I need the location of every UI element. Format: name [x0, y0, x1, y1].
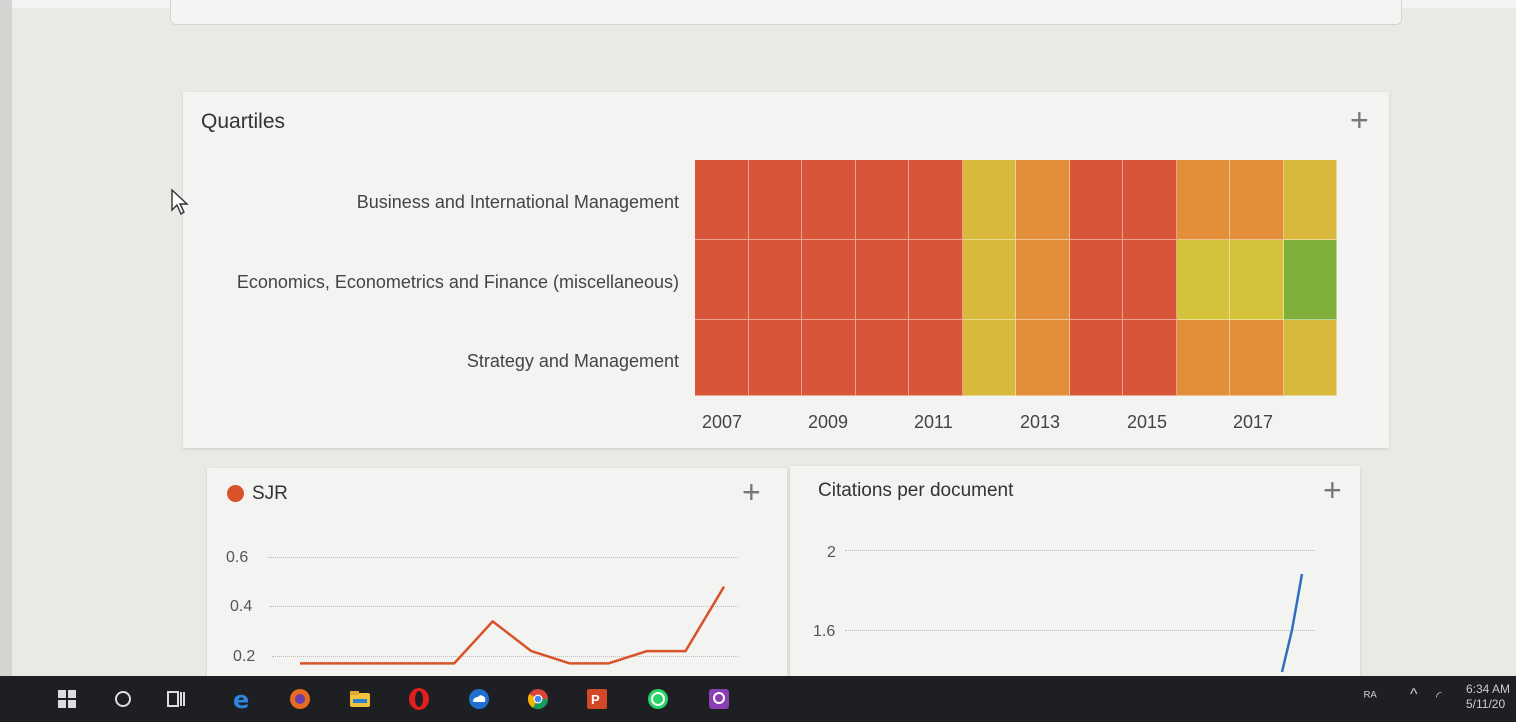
- quartile-cell[interactable]: [1230, 320, 1284, 396]
- people-icon[interactable]: ᴿᴬ: [1364, 688, 1377, 704]
- quartile-cell[interactable]: [1176, 240, 1230, 320]
- citations-gridline: [845, 630, 1315, 631]
- quartile-cell[interactable]: [1283, 240, 1337, 320]
- windows-taskbar: e P ᴿᴬ ^ ◜ 6:34 AM 5/11/20: [0, 676, 1516, 722]
- quartile-cell[interactable]: [1069, 160, 1123, 240]
- opera-icon[interactable]: [406, 686, 432, 712]
- quartile-cell[interactable]: [962, 320, 1016, 396]
- year-tick: 2009: [808, 412, 849, 432]
- whatsapp-icon[interactable]: [645, 686, 671, 712]
- tray-time: 6:34 AM: [1466, 682, 1511, 696]
- year-tick: 2013: [1020, 412, 1061, 432]
- cloud-icon[interactable]: [466, 686, 492, 712]
- quartile-cell[interactable]: [855, 320, 909, 396]
- sjr-gridline: [272, 656, 738, 657]
- citations-y-tick: 1.6: [813, 623, 836, 640]
- quartile-cell[interactable]: [802, 240, 856, 320]
- mouse-cursor-icon: [171, 188, 189, 216]
- quartile-cell[interactable]: [855, 160, 909, 240]
- quartile-row-label: Strategy and Management: [466, 351, 679, 371]
- quartile-cell[interactable]: [1176, 320, 1230, 396]
- tray-clock[interactable]: 6:34 AM 5/11/20: [1466, 682, 1510, 712]
- previous-card-bottom: [170, 0, 1402, 25]
- year-tick: 2015: [1127, 412, 1168, 432]
- pdf-app-icon[interactable]: [706, 686, 732, 712]
- quartile-cell[interactable]: [855, 240, 909, 320]
- quartile-cell[interactable]: [695, 320, 749, 396]
- quartile-cell[interactable]: [1283, 320, 1337, 396]
- quartile-cell[interactable]: [748, 320, 802, 396]
- sjr-gridline: [268, 557, 738, 558]
- quartile-cell[interactable]: [962, 160, 1016, 240]
- quartile-cell[interactable]: [748, 160, 802, 240]
- quartile-row-label: Business and International Management: [356, 192, 679, 212]
- svg-text:e: e: [233, 687, 249, 711]
- search-circle-icon[interactable]: [110, 686, 136, 712]
- chevron-up-icon[interactable]: ^: [1410, 686, 1418, 704]
- sjr-title: SJR: [252, 483, 288, 504]
- quartile-cell[interactable]: [695, 160, 749, 240]
- sjr-expand-button[interactable]: +: [742, 476, 761, 508]
- quartile-cell[interactable]: [802, 160, 856, 240]
- quartiles-expand-button[interactable]: +: [1350, 104, 1369, 136]
- quartile-cell[interactable]: [1123, 240, 1177, 320]
- edge-icon[interactable]: e: [230, 686, 256, 712]
- quartile-cell[interactable]: [1016, 160, 1070, 240]
- citations-y-tick: 2: [827, 544, 836, 561]
- firefox-icon[interactable]: [287, 686, 313, 712]
- quartile-cell[interactable]: [909, 240, 963, 320]
- quartile-cell[interactable]: [962, 240, 1016, 320]
- quartile-cell[interactable]: [748, 240, 802, 320]
- citations-title: Citations per document: [818, 480, 1014, 501]
- quartile-cell[interactable]: [1069, 240, 1123, 320]
- sjr-panel: SJR +: [207, 468, 787, 678]
- task-view-icon[interactable]: [163, 686, 189, 712]
- quartile-cell[interactable]: [695, 240, 749, 320]
- quartile-cell[interactable]: [1016, 240, 1070, 320]
- year-tick: 2017: [1233, 412, 1274, 432]
- quartile-cell[interactable]: [1283, 160, 1337, 240]
- sjr-legend-dot: [227, 485, 244, 502]
- windows-start-icon[interactable]: [54, 686, 80, 712]
- quartile-cell[interactable]: [1069, 320, 1123, 396]
- quartile-row-label: Economics, Econometrics and Finance (mis…: [236, 272, 679, 292]
- quartile-cell[interactable]: [1176, 160, 1230, 240]
- powerpoint-icon[interactable]: P: [584, 686, 610, 712]
- sjr-y-tick: 0.4: [230, 598, 253, 615]
- quartile-cell[interactable]: [909, 160, 963, 240]
- citations-gridline: [845, 550, 1315, 551]
- quartile-cell[interactable]: [1123, 320, 1177, 396]
- quartile-cell[interactable]: [909, 320, 963, 396]
- quartile-cell[interactable]: [1123, 160, 1177, 240]
- tray-date: 5/11/20: [1466, 697, 1506, 711]
- sjr-gridline: [270, 606, 738, 607]
- wifi-icon[interactable]: ◜: [1436, 688, 1441, 705]
- quartiles-title: Quartiles: [201, 110, 286, 133]
- year-tick: 2007: [702, 412, 743, 432]
- citations-expand-button[interactable]: +: [1323, 474, 1342, 506]
- year-tick: 2011: [914, 412, 953, 432]
- chrome-icon[interactable]: [525, 686, 551, 712]
- file-explorer-icon[interactable]: [347, 686, 373, 712]
- quartile-cell[interactable]: [1230, 160, 1284, 240]
- sjr-y-tick: 0.6: [226, 549, 249, 566]
- quartile-cell[interactable]: [1230, 240, 1284, 320]
- quartile-cell[interactable]: [1016, 320, 1070, 396]
- screen-left-edge: [0, 0, 12, 722]
- sjr-y-tick: 0.2: [233, 648, 256, 665]
- quartile-cell[interactable]: [802, 320, 856, 396]
- svg-text:P: P: [591, 692, 600, 707]
- citations-panel: Citations per document +: [790, 466, 1360, 678]
